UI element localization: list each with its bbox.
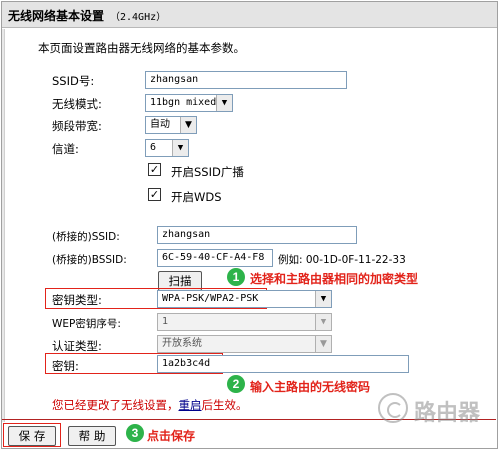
wds-label: 开启WDS [171, 190, 222, 204]
warning-prefix: 您已经更改了无线设置， [52, 398, 179, 412]
channel-label: 信道: [52, 142, 79, 156]
step3-annotation: 点击保存 [147, 429, 196, 443]
bridge-ssid-label: (桥接的)SSID: [52, 231, 120, 243]
warning-suffix: 后生效。 [201, 398, 248, 412]
chevron-down-icon: ▼ [315, 336, 331, 352]
watermark-text: 路由器 [414, 401, 481, 426]
save-button[interactable]: 保 存 [8, 426, 56, 446]
step3-badge: 3 [126, 424, 144, 442]
step1-annotation: 选择和主路由器相同的加密类型 [250, 272, 419, 286]
chevron-down-icon: ▼ [315, 314, 331, 330]
wep-index-label: WEP密钥序号: [52, 318, 121, 330]
chevron-down-icon: ▼ [216, 95, 232, 111]
step1-badge: 1 [227, 268, 245, 286]
channel-value: 6 [150, 142, 157, 153]
router-logo-icon [378, 393, 408, 423]
auth-type-select[interactable]: 开放系统 ▼ [157, 335, 332, 353]
bridge-bssid-input[interactable]: 6C-59-40-CF-A4-F8 [157, 249, 273, 267]
title-bar: 无线网络基本设置 （2.4GHz） [2, 2, 497, 28]
chevron-down-icon: ▼ [180, 117, 196, 133]
key-type-value: WPA-PSK/WPA2-PSK [162, 293, 259, 304]
auth-type-label: 认证类型: [52, 339, 102, 353]
band-label: （2.4GHz） [110, 12, 167, 23]
left-rail [2, 29, 5, 422]
step2-badge: 2 [227, 375, 245, 393]
key-label: 密钥: [52, 359, 79, 373]
key-type-label: 密钥类型: [52, 293, 102, 307]
key-input[interactable]: 1a2b3c4d [157, 355, 409, 373]
watermark-logo: 路由器 [378, 393, 500, 427]
bandwidth-label: 频段带宽: [52, 119, 102, 133]
ssid-input[interactable]: zhangsan [145, 71, 347, 89]
wireless-mode-select[interactable]: 11bgn mixed ▼ [145, 94, 233, 112]
chevron-down-icon: ▼ [172, 140, 188, 156]
bandwidth-select[interactable]: 自动 ▼ [145, 116, 197, 134]
wireless-mode-value: 11bgn mixed [150, 97, 217, 108]
channel-select[interactable]: 6 ▼ [145, 139, 189, 157]
ssid-label: SSID号: [52, 74, 95, 88]
wep-index-select[interactable]: 1 ▼ [157, 313, 332, 331]
wds-checkbox[interactable]: ✓ [148, 188, 161, 201]
wep-index-value: 1 [162, 316, 169, 327]
bridge-ssid-input[interactable]: zhangsan [157, 226, 357, 244]
page-title: 无线网络基本设置 [8, 9, 105, 23]
ssid-broadcast-checkbox[interactable]: ✓ [148, 163, 161, 176]
restart-link[interactable]: 重启 [179, 398, 202, 412]
help-button[interactable]: 帮 助 [68, 426, 116, 446]
restart-warning: 您已经更改了无线设置，重启后生效。 [52, 397, 248, 413]
intro-text: 本页面设置路由器无线网络的基本参数。 [38, 41, 245, 55]
auth-type-value: 开放系统 [162, 338, 202, 349]
bssid-example: 例如: 00-1D-0F-11-22-33 [278, 254, 406, 266]
step2-annotation: 输入主路由的无线密码 [250, 380, 371, 394]
key-type-select[interactable]: WPA-PSK/WPA2-PSK ▼ [157, 290, 332, 308]
wireless-mode-label: 无线模式: [52, 97, 102, 111]
bandwidth-value: 自动 [150, 119, 170, 130]
chevron-down-icon: ▼ [315, 291, 331, 307]
bridge-bssid-label: (桥接的)BSSID: [52, 254, 127, 266]
ssid-broadcast-label: 开启SSID广播 [171, 165, 244, 179]
